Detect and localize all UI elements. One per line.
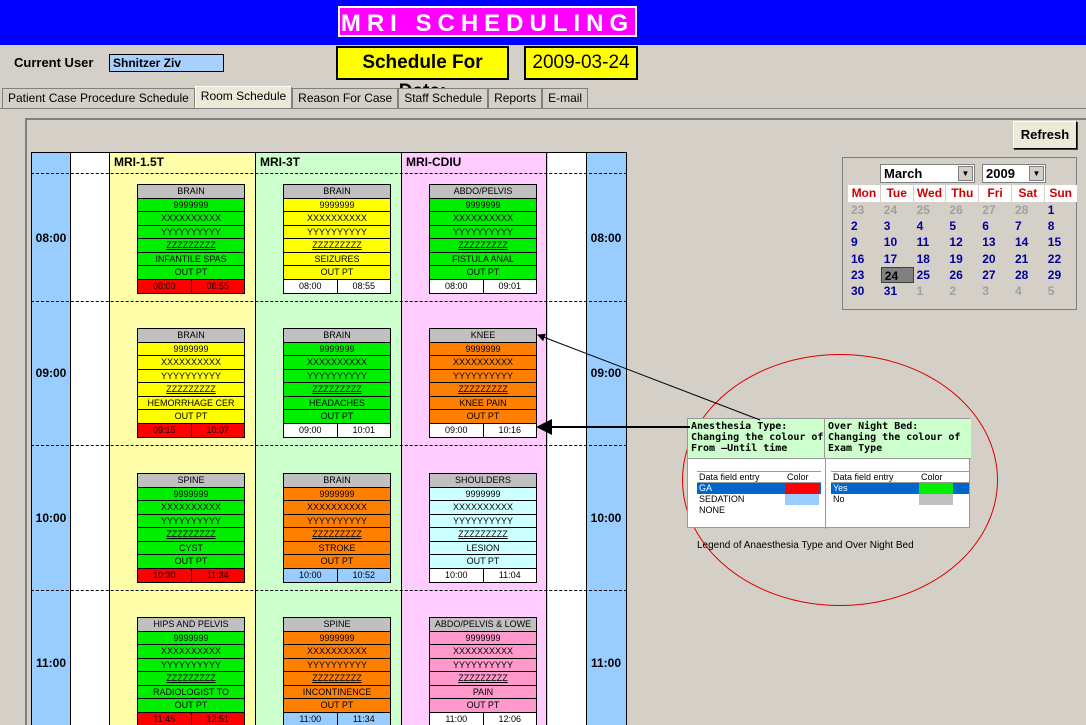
arrow-to-exam-type [537,333,761,421]
legend-arrows [536,333,761,435]
